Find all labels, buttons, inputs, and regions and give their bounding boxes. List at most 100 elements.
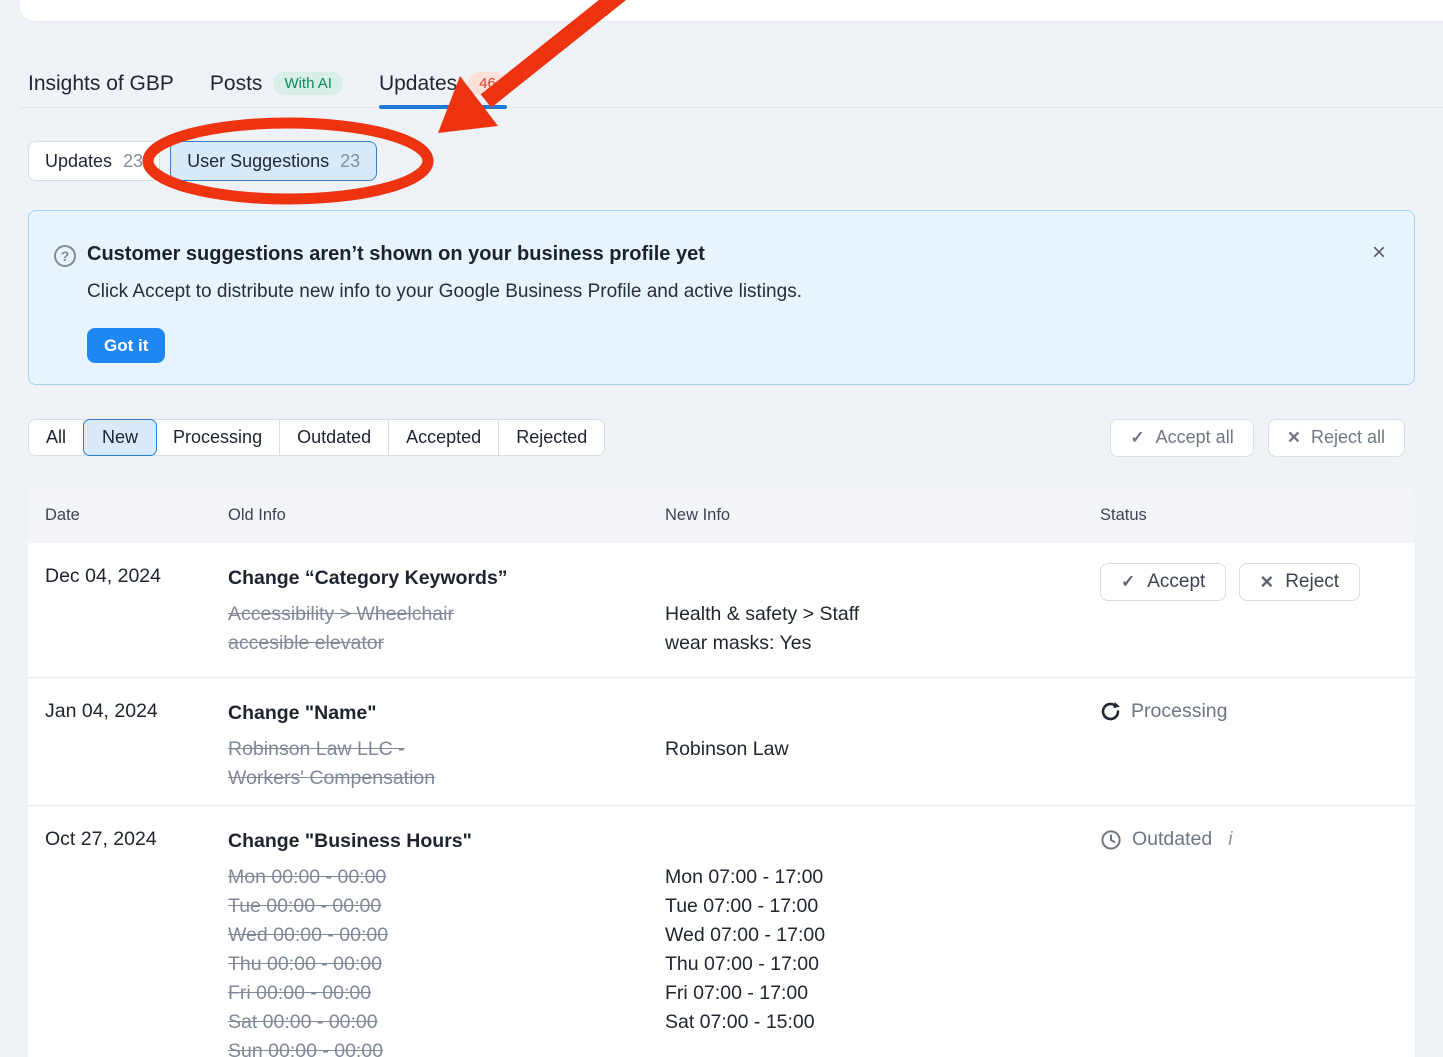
row-new-info: Mon 07:00 - 17:00 Tue 07:00 - 17:00 Wed …: [648, 806, 1083, 1057]
info-banner: ? Customer suggestions aren’t shown on y…: [28, 210, 1415, 385]
row-status: ✓ Accept × Reject: [1083, 543, 1415, 678]
accept-all-label: Accept all: [1156, 427, 1234, 448]
tab-insights-of-gbp[interactable]: Insights of GBP: [28, 60, 174, 107]
close-icon[interactable]: ×: [1372, 241, 1386, 265]
old-info-line: Tue 00:00 - 00:00: [228, 892, 638, 921]
subtab-label: User Suggestions: [187, 151, 329, 172]
reject-all-label: Reject all: [1311, 427, 1385, 448]
updates-count-badge: 46: [468, 72, 507, 95]
tabs-divider: [20, 107, 1443, 108]
tab-label: Insights of GBP: [28, 72, 174, 96]
new-info-line: Fri 07:00 - 17:00: [665, 979, 1073, 1008]
status-filter-group: All New Processing Outdated Accepted Rej…: [28, 419, 605, 456]
suggestions-table: Date Old Info New Info Status Dec 04, 20…: [28, 488, 1415, 1057]
new-info-line: Robinson Law: [665, 735, 1073, 764]
new-info-line: Mon 07:00 - 17:00: [665, 863, 1073, 892]
old-info-line: accesible elevator: [228, 629, 638, 658]
row-new-info: Health & safety > Staff wear masks: Yes: [648, 543, 1083, 678]
filter-outdated[interactable]: Outdated: [280, 420, 389, 455]
subtab-label: Updates: [45, 151, 112, 172]
previous-card-edge: [20, 0, 1443, 22]
subtab-count: 23: [340, 151, 360, 172]
x-icon: ×: [1260, 569, 1273, 595]
col-new-info: New Info: [648, 488, 1083, 543]
row-old-info: Change "Business Hours" Mon 00:00 - 00:0…: [211, 806, 648, 1057]
filter-all[interactable]: All: [29, 420, 84, 455]
row-old-info: Change “Category Keywords” Accessibility…: [211, 543, 648, 678]
clock-icon: [1100, 829, 1122, 851]
old-info-line: Accessibility > Wheelchair: [228, 600, 638, 629]
table-row: Oct 27, 2024 Change "Business Hours" Mon…: [28, 806, 1415, 1057]
table-row: Dec 04, 2024 Change “Category Keywords” …: [28, 543, 1415, 678]
status-processing: Processing: [1100, 698, 1405, 723]
refresh-icon: [1100, 701, 1121, 722]
old-info-line: Robinson Law LLC -: [228, 735, 638, 764]
new-info-line: Sat 07:00 - 15:00: [665, 1008, 1073, 1037]
active-tab-underline: [379, 105, 507, 109]
info-icon[interactable]: i: [1228, 829, 1232, 851]
with-ai-badge: With AI: [273, 72, 343, 95]
subtab-user-suggestions[interactable]: User Suggestions 23: [170, 141, 377, 181]
old-info-lines: Mon 00:00 - 00:00 Tue 00:00 - 00:00 Wed …: [228, 863, 638, 1057]
col-old-info: Old Info: [211, 488, 648, 543]
reject-all-button[interactable]: × Reject all: [1268, 419, 1405, 457]
subtabs: Updates 23 User Suggestions 23: [28, 141, 377, 181]
row-actions: ✓ Accept × Reject: [1100, 563, 1405, 601]
status-outdated: Outdated i: [1100, 826, 1405, 851]
row-status: Outdated i: [1083, 806, 1415, 1057]
main-tabs: Insights of GBP Posts With AI Updates 46: [28, 60, 507, 107]
tab-updates[interactable]: Updates 46: [379, 60, 507, 107]
filter-new[interactable]: New: [83, 419, 157, 456]
check-icon: ✓: [1121, 572, 1135, 592]
accept-all-button[interactable]: ✓ Accept all: [1110, 419, 1253, 457]
banner-description: Click Accept to distribute new info to y…: [87, 281, 802, 303]
tab-label: Updates: [379, 72, 457, 96]
check-icon: ✓: [1130, 428, 1144, 448]
old-info-line: Sat 00:00 - 00:00: [228, 1008, 638, 1037]
subtab-updates[interactable]: Updates 23: [28, 141, 160, 181]
change-title: Change "Business Hours": [228, 828, 638, 855]
accept-label: Accept: [1147, 571, 1205, 593]
filter-row: All New Processing Outdated Accepted Rej…: [28, 419, 1405, 456]
reject-button[interactable]: × Reject: [1239, 563, 1360, 601]
status-label: Processing: [1131, 700, 1227, 723]
table-row: Jan 04, 2024 Change "Name" Robinson Law …: [28, 678, 1415, 806]
row-old-info: Change "Name" Robinson Law LLC - Workers…: [211, 678, 648, 806]
row-status: Processing: [1083, 678, 1415, 806]
new-info-line: wear masks: Yes: [665, 629, 1073, 658]
new-info-line: Tue 07:00 - 17:00: [665, 892, 1073, 921]
col-date: Date: [28, 488, 211, 543]
reject-label: Reject: [1285, 571, 1339, 593]
row-date: Oct 27, 2024: [28, 806, 211, 1057]
bulk-actions: ✓ Accept all × Reject all: [1110, 419, 1405, 457]
accept-button[interactable]: ✓ Accept: [1100, 563, 1226, 601]
old-info-line: Wed 00:00 - 00:00: [228, 921, 638, 950]
status-label: Outdated: [1132, 828, 1212, 851]
row-date: Dec 04, 2024: [28, 543, 211, 678]
new-info-line: Wed 07:00 - 17:00: [665, 921, 1073, 950]
subtab-count: 23: [123, 151, 143, 172]
row-new-info: Robinson Law: [648, 678, 1083, 806]
filter-accepted[interactable]: Accepted: [389, 420, 499, 455]
old-info-line: Workers' Compensation: [228, 764, 638, 793]
filter-processing[interactable]: Processing: [156, 420, 280, 455]
old-info-line: Fri 00:00 - 00:00: [228, 979, 638, 1008]
old-info-lines: Accessibility > Wheelchair accesible ele…: [228, 600, 638, 658]
table-header: Date Old Info New Info Status: [28, 488, 1415, 543]
change-title: Change “Category Keywords”: [228, 565, 638, 592]
col-status: Status: [1083, 488, 1415, 543]
old-info-line: Thu 00:00 - 00:00: [228, 950, 638, 979]
tab-posts[interactable]: Posts With AI: [210, 60, 343, 107]
got-it-button[interactable]: Got it: [87, 328, 165, 363]
old-info-lines: Robinson Law LLC - Workers' Compensation: [228, 735, 638, 793]
x-icon: ×: [1288, 426, 1300, 450]
page: Insights of GBP Posts With AI Updates 46…: [0, 0, 1443, 1057]
new-info-line: Health & safety > Staff: [665, 600, 1073, 629]
new-info-line: Thu 07:00 - 17:00: [665, 950, 1073, 979]
filter-rejected[interactable]: Rejected: [499, 420, 604, 455]
old-info-line: Sun 00:00 - 00:00: [228, 1037, 638, 1057]
help-circle-icon: ?: [54, 245, 76, 267]
tab-label: Posts: [210, 72, 263, 96]
banner-title: Customer suggestions aren’t shown on you…: [87, 243, 705, 266]
old-info-line: Mon 00:00 - 00:00: [228, 863, 638, 892]
